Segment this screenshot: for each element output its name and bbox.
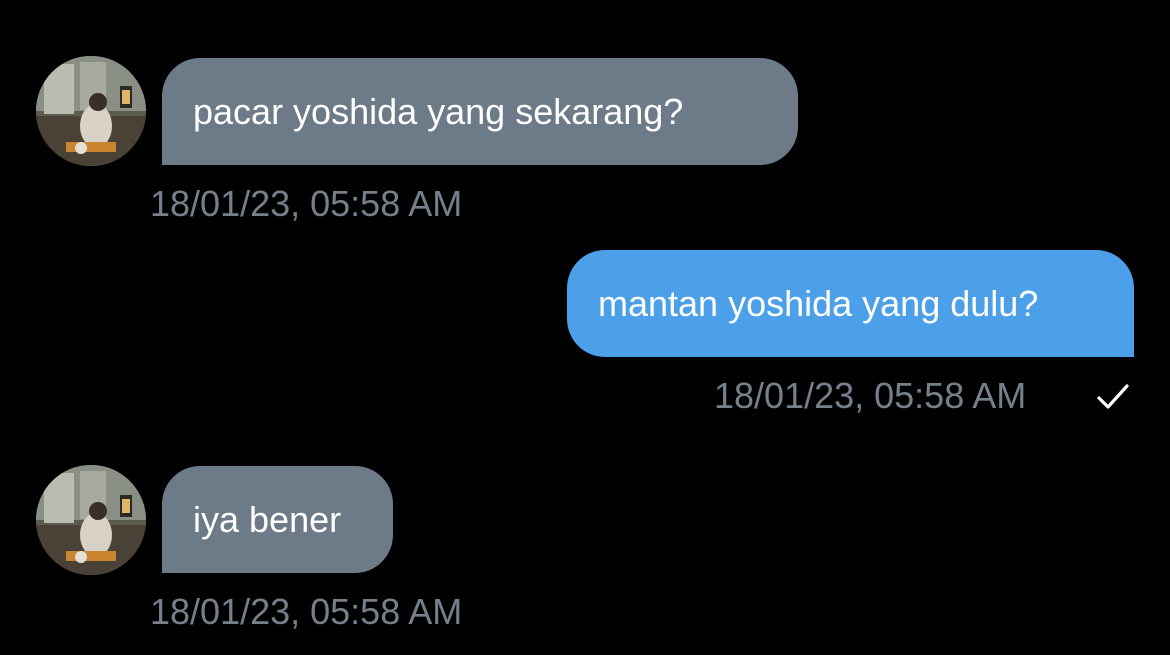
incoming-message-bubble[interactable]: iya bener [162, 466, 393, 573]
avatar-photo-icon [36, 56, 146, 166]
contact-avatar[interactable] [36, 465, 146, 575]
message-text: mantan yoshida yang dulu? [598, 283, 1039, 324]
message-timestamp: 18/01/23, 05:58 AM [714, 375, 1027, 416]
incoming-message-bubble[interactable]: pacar yoshida yang sekarang? [162, 58, 798, 165]
outgoing-message-bubble[interactable]: mantan yoshida yang dulu? [567, 250, 1134, 357]
message-timestamp: 18/01/23, 05:58 AM [150, 591, 463, 632]
message-text: iya bener [193, 499, 342, 540]
check-icon [1097, 384, 1129, 409]
avatar-photo-icon [36, 465, 146, 575]
message-timestamp: 18/01/23, 05:58 AM [150, 183, 463, 224]
message-text: pacar yoshida yang sekarang? [193, 91, 684, 132]
contact-avatar[interactable] [36, 56, 146, 166]
